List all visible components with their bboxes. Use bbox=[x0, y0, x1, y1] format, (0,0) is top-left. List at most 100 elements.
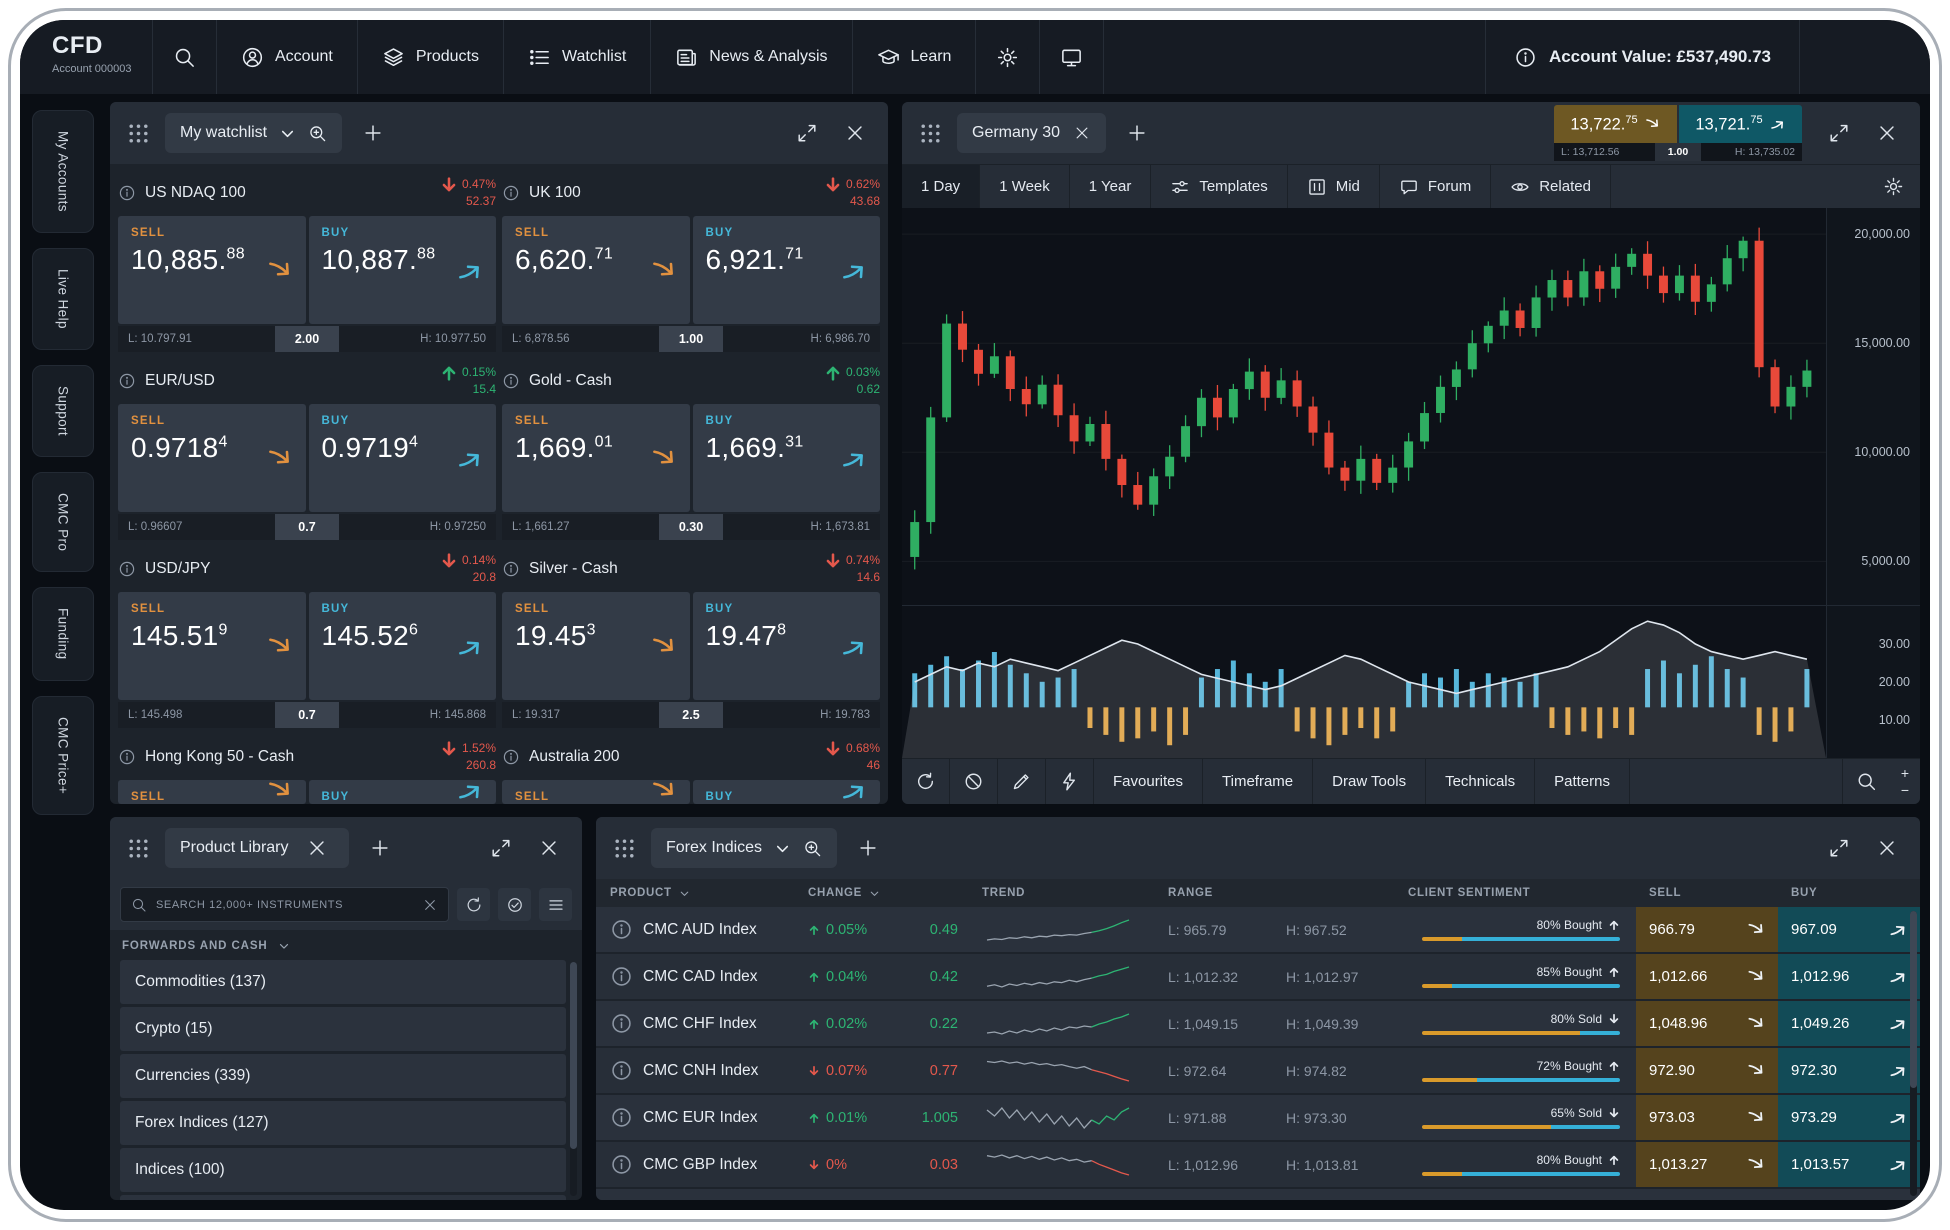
library-item-forex-indices-127[interactable]: Forex Indices (127) bbox=[120, 1101, 566, 1145]
add-button[interactable] bbox=[851, 831, 885, 865]
sidebar-item-live-help[interactable]: Live Help bbox=[32, 247, 94, 350]
library-item-currencies-339[interactable]: Currencies (339) bbox=[120, 1054, 566, 1098]
instrument-header[interactable]: Australia 200 0.68% 46 bbox=[502, 734, 880, 780]
forex-row-cmc-cad-index[interactable]: CMC CAD Index 0.04% 0.42 L: 1,012.32 H: 1,01… bbox=[596, 954, 1920, 1001]
buy-button[interactable]: BUY 19.478 bbox=[692, 592, 880, 700]
close-panel-button[interactable] bbox=[532, 831, 566, 865]
nav-products[interactable]: Products bbox=[356, 20, 503, 94]
section-forwards-and-cash[interactable]: FORWARDS AND CASH bbox=[110, 930, 582, 958]
col-change[interactable]: CHANGE bbox=[808, 887, 982, 900]
col-trend[interactable]: TREND bbox=[982, 887, 1168, 899]
forex-row-cmc-chf-index[interactable]: CMC CHF Index 0.02% 0.22 L: 1,049.15 H: 1,04… bbox=[596, 1001, 1920, 1048]
drag-handle-icon[interactable] bbox=[612, 836, 637, 861]
forex-row-cmc-eur-index[interactable]: CMC EUR Index 0.01% 1.005 L: 971.88 H: 973.3… bbox=[596, 1095, 1920, 1142]
buy-button[interactable]: BUY 145.526 bbox=[308, 592, 496, 700]
buy-button[interactable]: BUY 0.97194 bbox=[308, 404, 496, 512]
chart-tool-templates[interactable]: Templates bbox=[1151, 165, 1288, 208]
refresh-button[interactable] bbox=[457, 888, 490, 921]
pencil-button[interactable] bbox=[998, 759, 1046, 804]
buy-price-button[interactable]: 1,049.26 bbox=[1778, 1001, 1920, 1046]
indicator-chart[interactable] bbox=[902, 606, 1826, 758]
drag-handle-icon[interactable] bbox=[126, 836, 151, 861]
chart-technicals-button[interactable]: Technicals bbox=[1426, 759, 1536, 804]
expand-panel-button[interactable] bbox=[484, 831, 518, 865]
chart-tool-mid[interactable]: Mid bbox=[1288, 165, 1380, 208]
chart-patterns-button[interactable]: Patterns bbox=[1535, 759, 1630, 804]
table-scrollbar[interactable] bbox=[1910, 911, 1917, 1196]
add-instrument-button[interactable] bbox=[356, 116, 390, 150]
chart-tool-related[interactable]: Related bbox=[1491, 165, 1611, 208]
chart-settings-button[interactable] bbox=[1867, 165, 1920, 208]
list-view-button[interactable] bbox=[539, 888, 572, 921]
library-scrollbar[interactable] bbox=[570, 962, 577, 1196]
nav-search[interactable] bbox=[152, 20, 216, 94]
scrollbar-thumb[interactable] bbox=[570, 962, 577, 1150]
chart-tool-1-week[interactable]: 1 Week bbox=[980, 165, 1070, 208]
drag-handle-icon[interactable] bbox=[126, 121, 151, 146]
buy-button[interactable]: BUY 10,887.88 bbox=[308, 216, 496, 324]
instrument-header[interactable]: UK 100 0.62% 43.68 bbox=[502, 170, 880, 216]
col-range[interactable]: RANGE bbox=[1168, 887, 1408, 899]
col-sell[interactable]: SELL bbox=[1636, 887, 1778, 899]
sidebar-item-cmc-price[interactable]: CMC Price+ bbox=[32, 695, 94, 815]
close-panel-button[interactable] bbox=[1870, 831, 1904, 865]
col-buy[interactable]: BUY bbox=[1778, 887, 1920, 899]
chart-timeframe-button[interactable]: Timeframe bbox=[1203, 759, 1314, 804]
library-title-chip[interactable]: Product Library bbox=[165, 828, 349, 868]
close-chip-icon[interactable] bbox=[300, 831, 334, 865]
sell-button[interactable]: SELL 1,669.01 bbox=[502, 404, 690, 512]
chart-tool-1-day[interactable]: 1 Day bbox=[902, 165, 981, 208]
chart-favourites-button[interactable]: Favourites bbox=[1094, 759, 1204, 804]
chart-zoom-control[interactable]: + − bbox=[1890, 759, 1920, 804]
drag-handle-icon[interactable] bbox=[918, 121, 943, 146]
nav-news[interactable]: News & Analysis bbox=[650, 20, 851, 94]
chart-tool-forum[interactable]: Forum bbox=[1380, 165, 1492, 208]
buy-price-button[interactable]: 973.29 bbox=[1778, 1095, 1920, 1140]
nav-display[interactable] bbox=[1039, 20, 1103, 94]
library-item-indices-100[interactable]: Indices (100) bbox=[120, 1148, 566, 1192]
sell-price-button[interactable]: 1,012.66 bbox=[1636, 954, 1778, 999]
expand-panel-button[interactable] bbox=[1822, 831, 1856, 865]
instrument-header[interactable]: EUR/USD 0.15% 15.4 bbox=[118, 358, 496, 404]
library-item-crypto-15[interactable]: Crypto (15) bbox=[120, 1007, 566, 1051]
buy-price-button[interactable]: 1,013.57 bbox=[1778, 1142, 1920, 1187]
chart-draw-tools-button[interactable]: Draw Tools bbox=[1313, 759, 1427, 804]
sidebar-item-my-accounts[interactable]: My Accounts bbox=[32, 110, 94, 233]
expand-panel-button[interactable] bbox=[1822, 116, 1856, 150]
filter-check-button[interactable] bbox=[498, 888, 531, 921]
watchlist-selector[interactable]: My watchlist bbox=[165, 113, 343, 153]
cfd-logo[interactable]: CFD Account 000003 bbox=[20, 20, 152, 94]
sell-button[interactable]: SELL 6,620.71 bbox=[502, 216, 690, 324]
candlestick-chart[interactable] bbox=[902, 208, 1826, 606]
library-item-partial[interactable] bbox=[120, 1195, 566, 1200]
refresh-button[interactable] bbox=[902, 759, 950, 804]
forex-row-cmc-gbp-index[interactable]: CMC GBP Index 0% 0.03 L: 1,012.96 H: 1,013.8… bbox=[596, 1142, 1920, 1189]
nav-watchlist[interactable]: Watchlist bbox=[502, 20, 650, 94]
close-tab-icon[interactable] bbox=[1073, 124, 1091, 142]
sell-button[interactable]: SELL 145.519 bbox=[118, 592, 306, 700]
price-axis[interactable]: 20,000.00 15,000.00 10,000.00 5,000.00 bbox=[1826, 208, 1920, 606]
chart-search-button[interactable] bbox=[1842, 759, 1890, 804]
indicator-axis[interactable]: 30.00 20.00 10.00 bbox=[1826, 606, 1920, 758]
sell-button[interactable]: SELL 0.97184 bbox=[118, 404, 306, 512]
buy-price-button[interactable]: 1,012.96 bbox=[1778, 954, 1920, 999]
chart-tab-germany-30[interactable]: Germany 30 bbox=[957, 113, 1107, 153]
nav-settings[interactable] bbox=[975, 20, 1039, 94]
sell-button[interactable]: SELL 10,885.88 bbox=[118, 216, 306, 324]
buy-button[interactable]: BUY 1,669.31 bbox=[692, 404, 880, 512]
account-value[interactable]: Account Value: £537,490.73 bbox=[1484, 20, 1800, 94]
sell-price-button[interactable]: 1,048.96 bbox=[1636, 1001, 1778, 1046]
chart-sell-button[interactable]: 13,722.75 bbox=[1554, 105, 1677, 143]
buy-button[interactable]: BUY bbox=[308, 780, 496, 804]
sell-button[interactable]: SELL bbox=[118, 780, 306, 804]
nav-learn[interactable]: Learn bbox=[851, 20, 976, 94]
buy-button[interactable]: BUY 6,921.71 bbox=[692, 216, 880, 324]
instrument-header[interactable]: Hong Kong 50 - Cash 1.52% 260.8 bbox=[118, 734, 496, 780]
buy-price-button[interactable]: 972.30 bbox=[1778, 1048, 1920, 1093]
close-panel-button[interactable] bbox=[838, 116, 872, 150]
expand-panel-button[interactable] bbox=[790, 116, 824, 150]
scrollbar-thumb[interactable] bbox=[1910, 911, 1917, 1088]
close-panel-button[interactable] bbox=[1870, 116, 1904, 150]
sidebar-item-funding[interactable]: Funding bbox=[32, 587, 94, 681]
sell-price-button[interactable]: 972.90 bbox=[1636, 1048, 1778, 1093]
